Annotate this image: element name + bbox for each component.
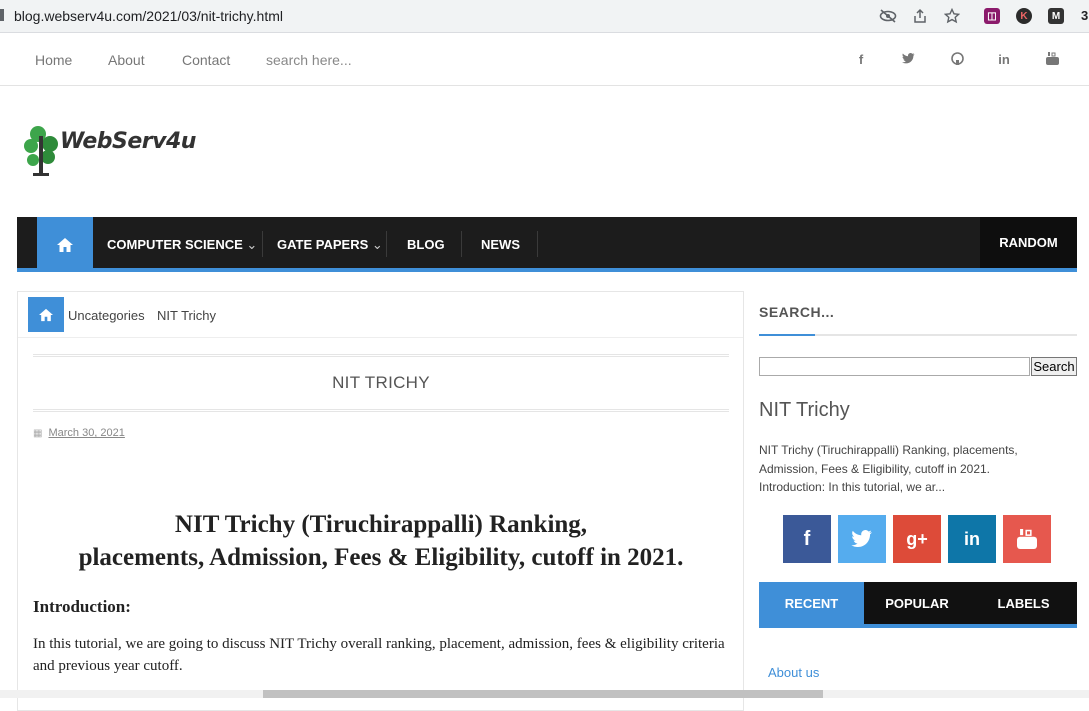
extension-k-icon[interactable]: K [1016,8,1032,24]
heading-accent [759,334,815,336]
sidebar-search-button[interactable]: Search [1031,357,1077,376]
star-icon[interactable] [943,7,961,25]
nav-about-link[interactable]: About [108,52,145,68]
popular-post-snippet: NIT Trichy (Tiruchirappalli) Ranking, pl… [759,443,1018,494]
chevron-down-icon: ⌄ [371,237,383,252]
top-navigation: Home About Contact search here... f in [0,34,1089,86]
about-us-link[interactable]: About us [768,665,819,680]
post-title: NIT TRICHY [33,354,729,412]
twitter-share-button[interactable] [838,515,886,563]
eye-off-icon[interactable] [879,7,897,25]
sidebar-tabs: RECENT POPULAR LABELS [759,582,1077,628]
facebook-icon[interactable]: f [853,52,869,67]
tab-popular[interactable]: POPULAR [864,582,970,624]
extension-m-icon[interactable]: M [1048,8,1064,24]
breadcrumb-home-button[interactable] [28,297,64,332]
post-heading-line2: placements, Admission, Fees & Eligibilit… [78,544,684,571]
calendar-icon: ▦ [33,428,43,439]
share-icon[interactable] [911,7,929,25]
github-icon[interactable] [949,52,965,68]
menu-divider [461,231,462,257]
menu-blog[interactable]: BLOG [407,237,445,252]
linkedin-icon: in [964,528,980,549]
home-icon [39,308,53,321]
youtube-share-button[interactable] [1003,515,1051,563]
menu-computer-science-label: COMPUTER SCIENCE [107,237,243,252]
nav-contact-link[interactable]: Contact [182,52,230,68]
popular-post-title[interactable]: NIT Trichy [759,399,850,422]
extension-count: 3 [1081,8,1089,23]
extension-icon[interactable]: ◫ [984,8,1000,24]
search-widget-heading: SEARCH... [759,304,835,320]
menu-gate-papers-label: GATE PAPERS [277,237,369,252]
chevron-down-icon: ⌄ [246,237,258,252]
twitter-icon[interactable] [900,52,916,67]
menu-divider [386,231,387,257]
browser-toolbar: blog.webserv4u.com/2021/03/nit-trichy.ht… [0,0,1089,33]
intro-paragraph: In this tutorial, we are going to discus… [33,636,725,674]
youtube-icon [1017,529,1037,549]
top-search-input[interactable]: search here... [266,52,352,68]
facebook-icon: f [803,527,811,550]
post-heading: NIT Trichy (Tiruchirappalli) Ranking, pl… [33,508,729,574]
horizontal-scrollbar[interactable] [0,690,1089,698]
post-date: ▦ March 30, 2021 [33,427,125,439]
sidebar-search-input[interactable] [759,357,1030,376]
main-menu: COMPUTER SCIENCE ⌄ GATE PAPERS ⌄ BLOG NE… [17,217,1077,272]
tab-labels[interactable]: LABELS [970,582,1077,624]
tree-logo-icon [24,126,58,176]
address-bar[interactable]: blog.webserv4u.com/2021/03/nit-trichy.ht… [14,8,283,24]
menu-news[interactable]: NEWS [481,237,520,252]
menu-computer-science[interactable]: COMPUTER SCIENCE ⌄ [107,237,257,253]
nav-home-link[interactable]: Home [35,52,72,68]
menu-home-button[interactable] [37,217,93,272]
menu-divider [262,231,263,257]
linkedin-icon[interactable]: in [996,52,1012,67]
site-logo[interactable]: WebServ4u [24,124,214,178]
home-icon [57,237,73,252]
post-container: Uncategories NIT Trichy NIT TRICHY ▦ Marc… [17,291,744,711]
facebook-share-button[interactable]: f [783,515,831,563]
intro-label: Introduction: [33,597,131,616]
youtube-icon[interactable] [1044,52,1060,68]
breadcrumb: Uncategories NIT Trichy [18,292,743,338]
googleplus-icon: g+ [906,528,928,549]
breadcrumb-category-link[interactable]: Uncategories [68,308,145,323]
post-heading-line1: NIT Trichy (Tiruchirappalli) Ranking, [174,511,588,538]
lock-icon[interactable] [0,9,4,21]
menu-random-button[interactable]: RANDOM [980,217,1077,268]
tab-recent[interactable]: RECENT [759,582,864,624]
logo-text: WebServ4u [60,129,196,154]
googleplus-share-button[interactable]: g+ [893,515,941,563]
post-date-text[interactable]: March 30, 2021 [48,427,124,439]
scrollbar-thumb[interactable] [263,690,823,698]
menu-divider [537,231,538,257]
breadcrumb-current: NIT Trichy [157,308,216,323]
menu-gate-papers[interactable]: GATE PAPERS ⌄ [277,237,383,253]
twitter-icon [851,530,872,548]
linkedin-share-button[interactable]: in [948,515,996,563]
